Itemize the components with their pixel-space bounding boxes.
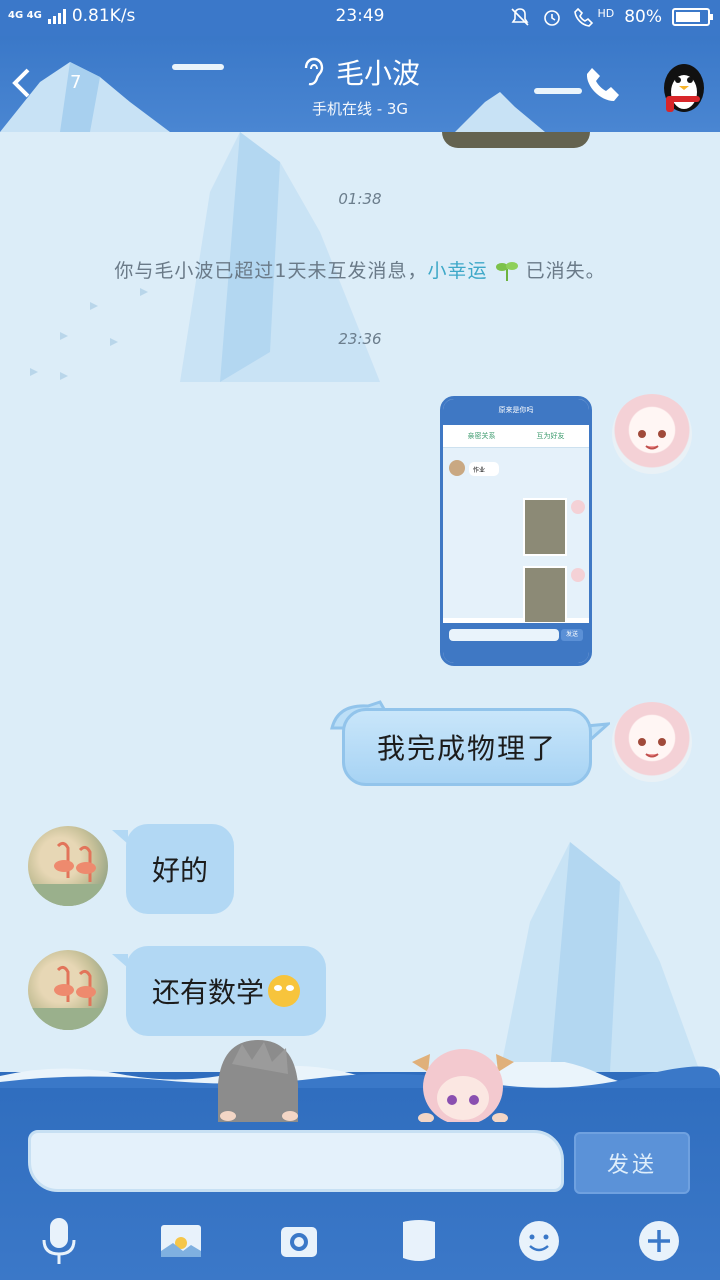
smiley-icon <box>519 1221 559 1261</box>
preview-photo <box>523 498 567 556</box>
call-button[interactable] <box>584 64 620 104</box>
system-message-text: 你与毛小波已超过1天未互发消息， <box>114 260 428 282</box>
more-button[interactable] <box>632 1214 686 1268</box>
microphone-icon <box>42 1218 76 1264</box>
battery-percent: 80% <box>624 7 662 27</box>
call-hd-icon <box>574 7 594 27</box>
camera-icon <box>281 1227 317 1257</box>
gray-hair-character-decoration <box>218 1040 298 1122</box>
preview-send: 发送 <box>561 629 583 641</box>
preview-title: 原来是你吗 <box>443 399 589 425</box>
chat-header: 7 毛小波 手机在线 - 3G <box>0 36 720 132</box>
snow-edge-decoration <box>0 1062 720 1088</box>
preview-tab: 互为好友 <box>536 432 565 440</box>
preview-bubble: 作业 <box>469 462 499 476</box>
message-bubble[interactable]: 我完成物理了 <box>342 708 592 786</box>
timestamp: 23:36 <box>338 330 382 348</box>
message-text: 还有数学 <box>152 976 265 1009</box>
confused-face-icon <box>268 975 301 1007</box>
preview-avatar <box>571 568 585 582</box>
photo-album-button[interactable] <box>154 1214 208 1268</box>
iceberg-background <box>500 842 700 1072</box>
flamingo-avatar <box>28 965 108 1030</box>
preview-avatar <box>571 500 585 514</box>
message-input[interactable] <box>28 1130 564 1192</box>
pink-hair-character-decoration <box>412 1049 514 1122</box>
preview-photo <box>523 566 567 624</box>
preview-avatar <box>449 460 465 476</box>
penguin-icon <box>664 64 704 112</box>
preview-body: 作业 <box>443 448 589 624</box>
contact-avatar[interactable] <box>28 950 108 1030</box>
message-text: 好的 <box>152 854 209 887</box>
ear-icon <box>304 57 324 86</box>
anime-girl-avatar <box>638 430 666 450</box>
preview-input-bar: 发送 <box>443 623 589 663</box>
input-toolbar <box>0 1214 720 1274</box>
file-icon <box>403 1220 435 1261</box>
my-avatar[interactable] <box>612 394 692 474</box>
preview-input <box>449 629 559 641</box>
previous-image-edge[interactable] <box>442 132 590 148</box>
message-text: 我完成物理了 <box>376 732 557 765</box>
sprout-icon <box>495 262 518 281</box>
camera-button[interactable] <box>272 1214 326 1268</box>
system-message-suffix: 已消失。 <box>525 260 606 282</box>
emoji-button[interactable] <box>512 1214 566 1268</box>
preview-tabs: 亲密关系 互为好友 <box>443 425 589 448</box>
message-bubble[interactable]: 还有数学 <box>126 946 327 1036</box>
system-message: 你与毛小波已超过1天未互发消息，小幸运 已消失。 <box>0 256 720 283</box>
anime-girl-avatar <box>638 738 666 758</box>
image-icon <box>161 1225 201 1257</box>
contact-name: 毛小波 <box>335 57 420 90</box>
phone-icon <box>586 68 619 101</box>
chat-area[interactable]: 01:38 你与毛小波已超过1天未互发消息，小幸运 已消失。 23:36 原来是… <box>0 132 720 1072</box>
my-avatar[interactable] <box>612 702 692 782</box>
send-button[interactable]: 发送 <box>574 1132 690 1194</box>
preview-tab: 亲密关系 <box>467 432 496 440</box>
timestamp: 01:38 <box>338 190 382 208</box>
file-button[interactable] <box>392 1214 446 1268</box>
message-bubble[interactable]: 好的 <box>126 824 235 914</box>
alarm-icon <box>544 10 561 26</box>
bell-mute-icon <box>511 8 530 26</box>
lucky-streak-link[interactable]: 小幸运 <box>427 260 487 282</box>
flamingo-avatar <box>28 841 108 906</box>
input-panel: 发送 <box>0 1040 720 1280</box>
battery-fill <box>676 12 700 22</box>
clock: 23:49 <box>335 6 385 26</box>
contact-avatar[interactable] <box>28 826 108 906</box>
plus-icon <box>639 1221 679 1261</box>
battery-icon <box>672 8 713 26</box>
status-bar: 4G 4G 0.81K/s 23:49 HD 80% <box>0 0 720 36</box>
image-message[interactable]: 原来是你吗 亲密关系 互为好友 作业 发送 <box>440 396 592 666</box>
voice-button[interactable] <box>32 1214 86 1268</box>
hd-label: HD <box>597 6 615 20</box>
profile-penguin-button[interactable] <box>658 58 710 114</box>
